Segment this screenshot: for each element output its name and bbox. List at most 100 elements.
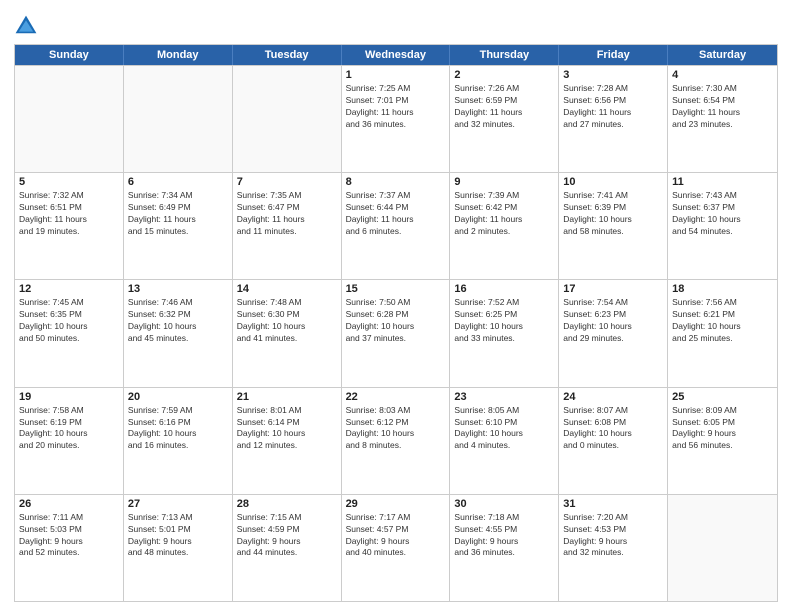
day-info: Sunrise: 8:01 AM Sunset: 6:14 PM Dayligh…	[237, 405, 337, 453]
calendar-cell: 15 Sunrise: 7:50 AM Sunset: 6:28 PM Dayli…	[342, 280, 451, 386]
calendar-cell: 24 Sunrise: 8:07 AM Sunset: 6:08 PM Dayli…	[559, 388, 668, 494]
day-number: 10	[563, 176, 663, 188]
calendar: SundayMondayTuesdayWednesdayThursdayFrid…	[14, 44, 778, 602]
day-number: 27	[128, 498, 228, 510]
day-number: 25	[672, 391, 773, 403]
weekday-header: Sunday	[15, 45, 124, 65]
day-info: Sunrise: 8:07 AM Sunset: 6:08 PM Dayligh…	[563, 405, 663, 453]
day-number: 2	[454, 69, 554, 81]
day-number: 21	[237, 391, 337, 403]
calendar-cell: 19 Sunrise: 7:58 AM Sunset: 6:19 PM Dayli…	[15, 388, 124, 494]
calendar-cell: 3 Sunrise: 7:28 AM Sunset: 6:56 PM Daylig…	[559, 66, 668, 172]
calendar-header: SundayMondayTuesdayWednesdayThursdayFrid…	[15, 45, 777, 65]
day-number: 19	[19, 391, 119, 403]
day-number: 18	[672, 283, 773, 295]
calendar-cell	[668, 495, 777, 601]
calendar-cell	[233, 66, 342, 172]
calendar-cell: 16Sunrise: 7:52 AM Sunset: 6:25 PM Dayli…	[450, 280, 559, 386]
day-number: 23	[454, 391, 554, 403]
day-number: 29	[346, 498, 446, 510]
calendar-row: 5Sunrise: 7:32 AM Sunset: 6:51 PM Daylig…	[15, 172, 777, 279]
calendar-cell: 4 Sunrise: 7:30 AM Sunset: 6:54 PM Daylig…	[668, 66, 777, 172]
calendar-cell: 2 Sunrise: 7:26 AM Sunset: 6:59 PM Daylig…	[450, 66, 559, 172]
header	[14, 10, 778, 38]
day-info: Sunrise: 7:26 AM Sunset: 6:59 PM Dayligh…	[454, 83, 554, 131]
day-info: Sunrise: 7:28 AM Sunset: 6:56 PM Dayligh…	[563, 83, 663, 131]
calendar-cell: 23 Sunrise: 8:05 AM Sunset: 6:10 PM Dayli…	[450, 388, 559, 494]
day-info: Sunrise: 7:30 AM Sunset: 6:54 PM Dayligh…	[672, 83, 773, 131]
day-number: 11	[672, 176, 773, 188]
calendar-cell: 18 Sunrise: 7:56 AM Sunset: 6:21 PM Dayli…	[668, 280, 777, 386]
calendar-cell: 20 Sunrise: 7:59 AM Sunset: 6:16 PM Dayli…	[124, 388, 233, 494]
calendar-row: 12 Sunrise: 7:45 AM Sunset: 6:35 PM Dayli…	[15, 279, 777, 386]
day-info: Sunrise: 7:37 AM Sunset: 6:44 PM Dayligh…	[346, 190, 446, 238]
calendar-cell: 9 Sunrise: 7:39 AM Sunset: 6:42 PM Daylig…	[450, 173, 559, 279]
calendar-cell: 25 Sunrise: 8:09 AM Sunset: 6:05 PM Dayli…	[668, 388, 777, 494]
day-info: Sunrise: 7:18 AM Sunset: 4:55 PM Dayligh…	[454, 512, 554, 560]
calendar-cell: 29 Sunrise: 7:17 AM Sunset: 4:57 PM Dayli…	[342, 495, 451, 601]
day-number: 16	[454, 283, 554, 295]
calendar-cell: 28Sunrise: 7:15 AM Sunset: 4:59 PM Dayli…	[233, 495, 342, 601]
calendar-cell: 13Sunrise: 7:46 AM Sunset: 6:32 PM Dayli…	[124, 280, 233, 386]
day-info: Sunrise: 7:39 AM Sunset: 6:42 PM Dayligh…	[454, 190, 554, 238]
day-number: 5	[19, 176, 119, 188]
day-number: 26	[19, 498, 119, 510]
calendar-cell: 1 Sunrise: 7:25 AM Sunset: 7:01 PM Daylig…	[342, 66, 451, 172]
day-info: Sunrise: 7:25 AM Sunset: 7:01 PM Dayligh…	[346, 83, 446, 131]
day-number: 4	[672, 69, 773, 81]
day-info: Sunrise: 7:45 AM Sunset: 6:35 PM Dayligh…	[19, 297, 119, 345]
day-number: 3	[563, 69, 663, 81]
day-info: Sunrise: 7:43 AM Sunset: 6:37 PM Dayligh…	[672, 190, 773, 238]
weekday-header: Saturday	[668, 45, 777, 65]
day-info: Sunrise: 7:46 AM Sunset: 6:32 PM Dayligh…	[128, 297, 228, 345]
day-number: 9	[454, 176, 554, 188]
calendar-cell: 11 Sunrise: 7:43 AM Sunset: 6:37 PM Dayli…	[668, 173, 777, 279]
calendar-cell: 17Sunrise: 7:54 AM Sunset: 6:23 PM Dayli…	[559, 280, 668, 386]
day-number: 7	[237, 176, 337, 188]
calendar-row: 1 Sunrise: 7:25 AM Sunset: 7:01 PM Daylig…	[15, 65, 777, 172]
calendar-cell: 12 Sunrise: 7:45 AM Sunset: 6:35 PM Dayli…	[15, 280, 124, 386]
page: SundayMondayTuesdayWednesdayThursdayFrid…	[0, 0, 792, 612]
calendar-cell: 21 Sunrise: 8:01 AM Sunset: 6:14 PM Dayli…	[233, 388, 342, 494]
day-info: Sunrise: 7:15 AM Sunset: 4:59 PM Dayligh…	[237, 512, 337, 560]
day-info: Sunrise: 7:17 AM Sunset: 4:57 PM Dayligh…	[346, 512, 446, 560]
calendar-body: 1 Sunrise: 7:25 AM Sunset: 7:01 PM Daylig…	[15, 65, 777, 601]
weekday-header: Tuesday	[233, 45, 342, 65]
day-number: 12	[19, 283, 119, 295]
day-info: Sunrise: 7:59 AM Sunset: 6:16 PM Dayligh…	[128, 405, 228, 453]
weekday-header: Wednesday	[342, 45, 451, 65]
day-info: Sunrise: 7:58 AM Sunset: 6:19 PM Dayligh…	[19, 405, 119, 453]
logo	[14, 14, 42, 38]
day-info: Sunrise: 8:05 AM Sunset: 6:10 PM Dayligh…	[454, 405, 554, 453]
day-number: 1	[346, 69, 446, 81]
day-number: 6	[128, 176, 228, 188]
day-number: 31	[563, 498, 663, 510]
day-info: Sunrise: 8:09 AM Sunset: 6:05 PM Dayligh…	[672, 405, 773, 453]
day-info: Sunrise: 8:03 AM Sunset: 6:12 PM Dayligh…	[346, 405, 446, 453]
day-info: Sunrise: 7:48 AM Sunset: 6:30 PM Dayligh…	[237, 297, 337, 345]
day-info: Sunrise: 7:35 AM Sunset: 6:47 PM Dayligh…	[237, 190, 337, 238]
calendar-cell: 5Sunrise: 7:32 AM Sunset: 6:51 PM Daylig…	[15, 173, 124, 279]
weekday-header: Thursday	[450, 45, 559, 65]
day-number: 24	[563, 391, 663, 403]
day-number: 30	[454, 498, 554, 510]
calendar-row: 26 Sunrise: 7:11 AM Sunset: 5:03 PM Dayli…	[15, 494, 777, 601]
calendar-cell: 8Sunrise: 7:37 AM Sunset: 6:44 PM Daylig…	[342, 173, 451, 279]
day-number: 20	[128, 391, 228, 403]
calendar-cell	[15, 66, 124, 172]
calendar-cell: 31 Sunrise: 7:20 AM Sunset: 4:53 PM Dayli…	[559, 495, 668, 601]
day-info: Sunrise: 7:56 AM Sunset: 6:21 PM Dayligh…	[672, 297, 773, 345]
day-info: Sunrise: 7:11 AM Sunset: 5:03 PM Dayligh…	[19, 512, 119, 560]
day-number: 22	[346, 391, 446, 403]
day-number: 15	[346, 283, 446, 295]
weekday-header: Friday	[559, 45, 668, 65]
calendar-cell: 14Sunrise: 7:48 AM Sunset: 6:30 PM Dayli…	[233, 280, 342, 386]
weekday-header: Monday	[124, 45, 233, 65]
calendar-cell: 7 Sunrise: 7:35 AM Sunset: 6:47 PM Daylig…	[233, 173, 342, 279]
day-info: Sunrise: 7:20 AM Sunset: 4:53 PM Dayligh…	[563, 512, 663, 560]
day-info: Sunrise: 7:54 AM Sunset: 6:23 PM Dayligh…	[563, 297, 663, 345]
calendar-cell	[124, 66, 233, 172]
day-info: Sunrise: 7:50 AM Sunset: 6:28 PM Dayligh…	[346, 297, 446, 345]
calendar-cell: 6Sunrise: 7:34 AM Sunset: 6:49 PM Daylig…	[124, 173, 233, 279]
day-info: Sunrise: 7:41 AM Sunset: 6:39 PM Dayligh…	[563, 190, 663, 238]
